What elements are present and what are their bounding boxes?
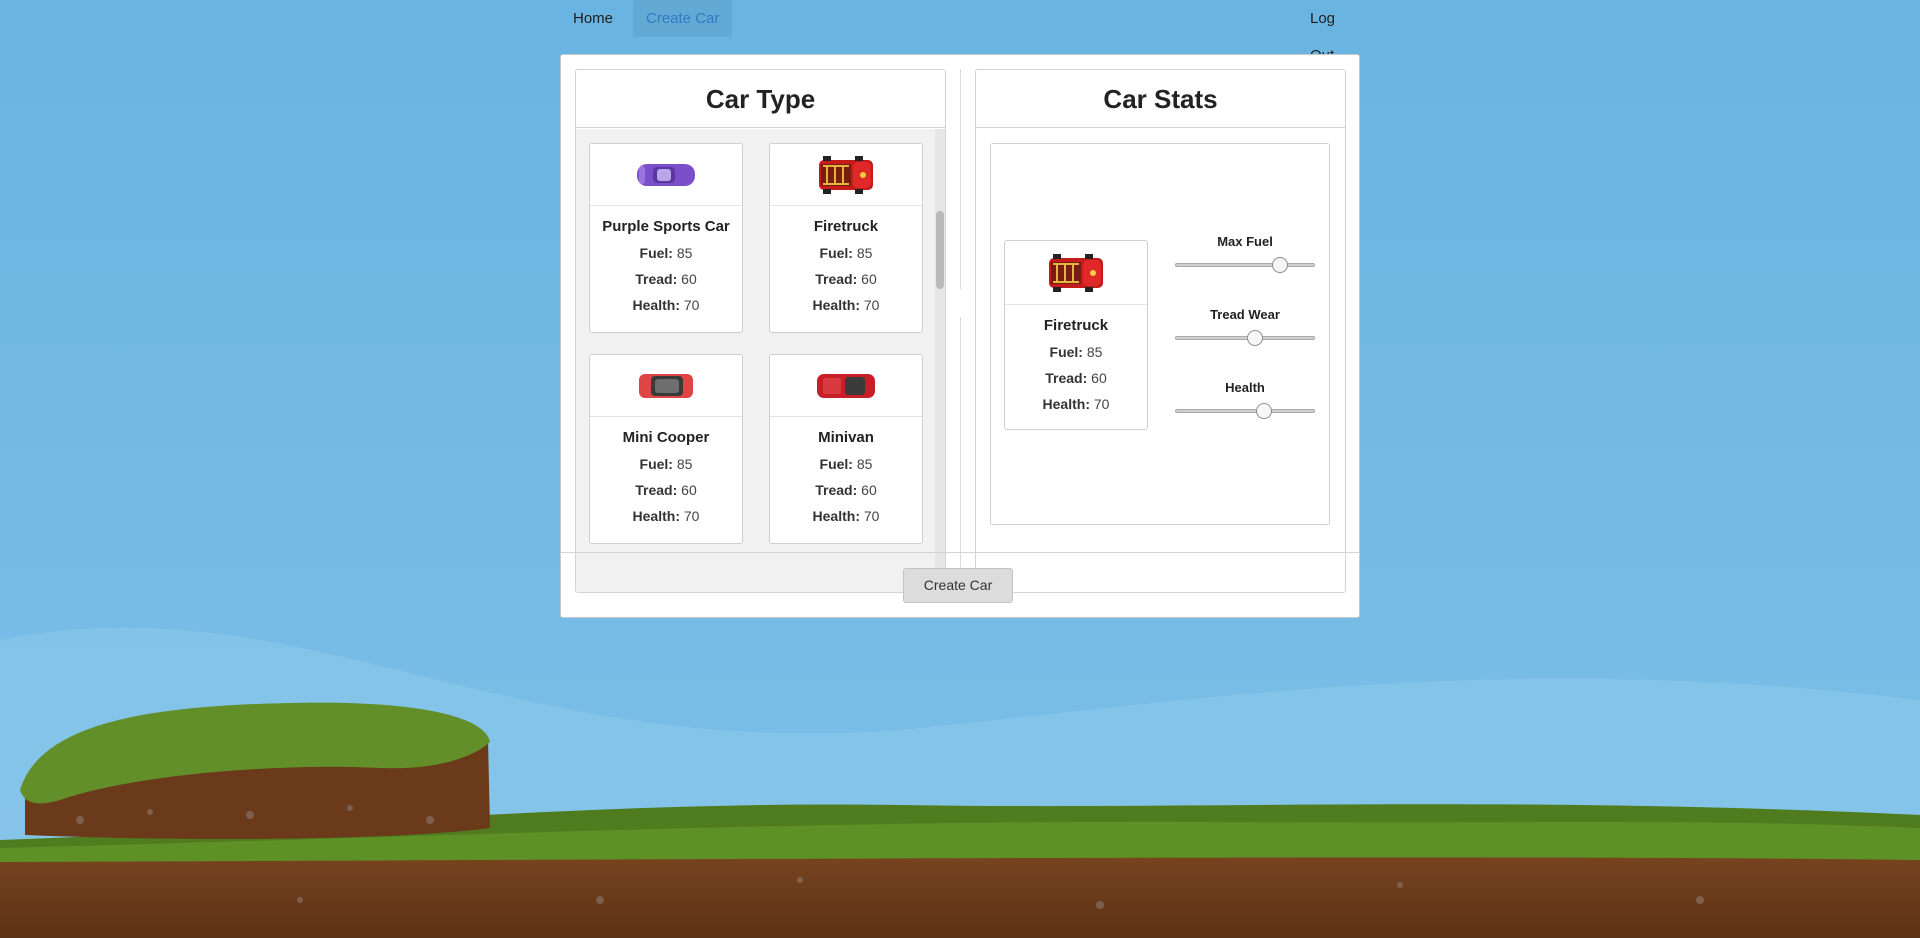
- health-slider[interactable]: [1175, 403, 1315, 419]
- health-slider-group: Health: [1175, 380, 1315, 419]
- scrollbar-thumb[interactable]: [936, 211, 944, 289]
- car-image-wrap: [770, 144, 922, 206]
- health-label: Health: [1225, 380, 1265, 395]
- tread-stat: Tread: 60: [635, 482, 697, 498]
- car-name: Purple Sports Car: [602, 218, 730, 235]
- car-stats-section: Car Stats Firetruck Fuel: 85 Tread: 60 H…: [975, 69, 1346, 593]
- selected-car-card: Firetruck Fuel: 85 Tread: 60 Health: 70: [1004, 240, 1148, 430]
- car-type-section: Car Type Purple Sports Car Fuel: 85 Trea…: [575, 69, 946, 593]
- tread-stat: Tread: 60: [815, 271, 877, 287]
- car-card-mini-cooper[interactable]: Mini Cooper Fuel: 85 Tread: 60 Health: 7…: [589, 354, 743, 544]
- nav-logout-link[interactable]: Log Out: [1297, 0, 1360, 64]
- car-list-scrollbar[interactable]: [935, 129, 945, 592]
- health-stat: Health: 70: [632, 297, 700, 313]
- car-image-wrap: [590, 355, 742, 417]
- selected-car-name: Firetruck: [1043, 317, 1109, 334]
- nav-create-car-link[interactable]: Create Car: [633, 0, 733, 37]
- fuel-stat: Fuel: 85: [819, 456, 873, 472]
- mini-cooper-icon: [639, 373, 693, 398]
- car-name: Firetruck: [813, 218, 879, 235]
- tread-wear-slider[interactable]: [1175, 330, 1315, 346]
- max-fuel-slider-thumb[interactable]: [1271, 257, 1288, 273]
- tread-wear-slider-group: Tread Wear: [1175, 307, 1315, 346]
- fuel-stat: Fuel: 85: [819, 245, 873, 261]
- car-image-wrap: [1005, 241, 1147, 305]
- car-type-title: Car Type: [576, 70, 945, 128]
- car-stats-box: Firetruck Fuel: 85 Tread: 60 Health: 70 …: [990, 143, 1330, 525]
- health-stat: Health: 70: [812, 297, 880, 313]
- firetruck-icon: [1049, 253, 1103, 292]
- health-stat: Health: 70: [812, 508, 880, 524]
- tread-stat: Tread: 60: [1045, 370, 1107, 386]
- car-name: Minivan: [818, 429, 874, 446]
- create-car-panel: Car Type Purple Sports Car Fuel: 85 Trea…: [560, 54, 1360, 618]
- create-car-button[interactable]: Create Car: [903, 568, 1013, 603]
- column-divider: [960, 69, 961, 289]
- tread-stat: Tread: 60: [815, 482, 877, 498]
- car-image-wrap: [590, 144, 742, 206]
- footer-divider: [561, 552, 1359, 553]
- tread-stat: Tread: 60: [635, 271, 697, 287]
- car-card-minivan[interactable]: Minivan Fuel: 85 Tread: 60 Health: 70: [769, 354, 923, 544]
- car-card-purple-sports-car[interactable]: Purple Sports Car Fuel: 85 Tread: 60 Hea…: [589, 143, 743, 333]
- health-stat: Health: 70: [1042, 396, 1110, 412]
- health-slider-thumb[interactable]: [1256, 403, 1273, 419]
- fuel-stat: Fuel: 85: [639, 245, 693, 261]
- nav-home-link[interactable]: Home: [560, 0, 626, 37]
- minivan-icon: [817, 373, 875, 398]
- tread-wear-label: Tread Wear: [1210, 307, 1280, 322]
- max-fuel-slider[interactable]: [1175, 257, 1315, 273]
- health-stat: Health: 70: [632, 508, 700, 524]
- max-fuel-label: Max Fuel: [1217, 234, 1273, 249]
- firetruck-icon: [819, 155, 873, 194]
- car-image-wrap: [770, 355, 922, 417]
- top-nav: Home Create Car Log Out: [560, 0, 1360, 64]
- fuel-stat: Fuel: 85: [639, 456, 693, 472]
- max-fuel-slider-group: Max Fuel: [1175, 234, 1315, 273]
- tread-wear-slider-thumb[interactable]: [1246, 330, 1263, 346]
- car-name: Mini Cooper: [622, 429, 710, 446]
- car-stats-title: Car Stats: [976, 70, 1345, 128]
- car-type-list[interactable]: Purple Sports Car Fuel: 85 Tread: 60 Hea…: [576, 129, 945, 592]
- car-card-firetruck[interactable]: Firetruck Fuel: 85 Tread: 60 Health: 70: [769, 143, 923, 333]
- purple-sports-car-icon: [637, 163, 695, 186]
- fuel-stat: Fuel: 85: [1049, 344, 1103, 360]
